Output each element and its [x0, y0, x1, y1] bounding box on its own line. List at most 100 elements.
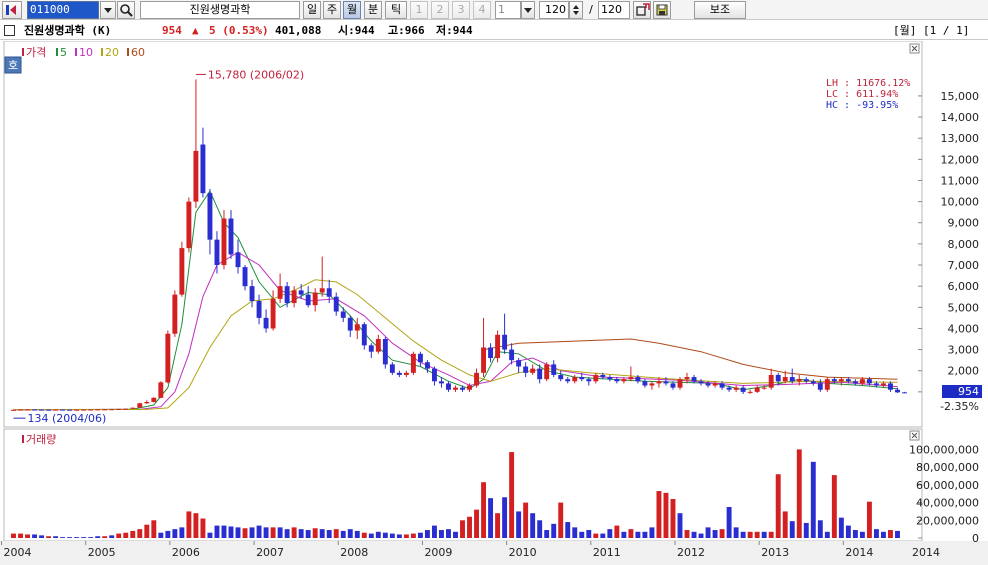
current-price-label: 954: [958, 385, 979, 398]
volume-bar: [291, 527, 297, 538]
x-tick-label: 2009: [424, 546, 452, 559]
candle-body: [712, 383, 718, 386]
candle-body: [803, 379, 809, 382]
volume-bar: [263, 527, 269, 538]
candle-body: [340, 311, 346, 318]
x-tick-label: 2014: [845, 546, 873, 559]
volume-bar: [200, 518, 206, 538]
candle-body: [137, 403, 143, 408]
candle-body: [572, 377, 578, 382]
num-button-4[interactable]: 4: [473, 1, 491, 19]
volume-bar: [726, 507, 732, 538]
volume-bar: [228, 526, 234, 538]
num-button-3[interactable]: 3: [452, 1, 470, 19]
stat-lc: LC : 611.94%: [826, 89, 898, 100]
interval-dropdown-icon[interactable]: [521, 1, 535, 19]
period-week-button[interactable]: 주: [323, 1, 341, 19]
candle-body: [754, 387, 760, 392]
price-y-axis: 1,0002,0003,0004,0005,0006,0007,0008,000…: [918, 90, 979, 399]
candle-body: [824, 379, 830, 390]
volume-bar: [810, 461, 816, 538]
legend-item: 10: [79, 46, 93, 59]
candle-body: [537, 368, 543, 380]
volume-bar: [817, 520, 823, 538]
volume-bar: [144, 524, 150, 538]
volume-bar: [558, 502, 564, 538]
volume-bar: [193, 513, 199, 538]
volume-bar: [361, 532, 367, 538]
save-icon[interactable]: [653, 1, 671, 19]
volume-legend: 거래량: [22, 433, 56, 446]
volume-panel-close-icon[interactable]: [909, 430, 920, 441]
stock-code-input[interactable]: 011000: [27, 1, 99, 19]
interval-input[interactable]: 1: [495, 1, 521, 19]
candle-body: [389, 364, 395, 373]
candle-body: [347, 317, 353, 331]
stock-info-bar: 진원생명과학 (K) 954 ▲ 5 (0.53%) 401,088 시:944…: [0, 21, 988, 40]
search-icon[interactable]: [117, 1, 135, 19]
max-price-annotation: 15,780 (2006/02): [195, 68, 304, 81]
volume-bar: [747, 531, 753, 538]
volume-bar: [691, 531, 697, 538]
candle-body: [726, 387, 732, 390]
period-month-button[interactable]: 월: [343, 1, 361, 19]
candle-body: [642, 381, 648, 386]
num-button-2[interactable]: 2: [431, 1, 449, 19]
candle-body: [474, 372, 479, 386]
price-tick-label: 5,000: [948, 301, 980, 314]
count-spinner-icon[interactable]: [569, 1, 583, 19]
hoga-button[interactable]: 호: [4, 56, 22, 74]
period-minute-button[interactable]: 분: [364, 1, 382, 19]
volume-bar: [403, 534, 409, 538]
candle-body: [810, 381, 816, 384]
candle-body: [838, 379, 844, 382]
volume-bar: [354, 530, 360, 538]
sidebar-toggle-icon[interactable]: [2, 1, 22, 19]
aux-button[interactable]: 보조: [694, 1, 746, 19]
candle-body: [579, 377, 585, 380]
candle-body: [677, 379, 683, 388]
num-button-1[interactable]: 1: [410, 1, 428, 19]
volume-bar: [509, 452, 515, 538]
volume-bar: [453, 531, 458, 538]
legend-item: 가격: [26, 46, 46, 59]
count-input[interactable]: 120: [539, 1, 569, 19]
candle-body: [831, 379, 837, 382]
stock-name-field: 진원생명과학: [140, 1, 300, 19]
code-dropdown-icon[interactable]: [100, 1, 116, 19]
max-price-note: 15,780 (2006/02): [208, 68, 304, 81]
volume-bar: [235, 527, 241, 538]
candle-body: [866, 379, 872, 384]
candle-body: [740, 387, 746, 392]
stock-chart-svg[interactable]: 호 가격5102060 거래량 1,0002,0003,0004,0005,00…: [0, 41, 988, 565]
stat-lh: LH : 11676.12%: [826, 78, 910, 89]
volume-tick-label: 80,000,000: [916, 461, 979, 474]
candle-body: [74, 409, 80, 411]
add-chart-icon[interactable]: [633, 1, 651, 19]
candle-body: [663, 381, 669, 384]
candle-body: [859, 379, 865, 384]
volume-bar: [530, 513, 536, 538]
top-toolbar: 011000 진원생명과학 일 주 월 분 틱 1 2 3 4 1 120 / …: [0, 0, 988, 20]
volume-bar: [467, 516, 472, 538]
period-tick-button[interactable]: 틱: [385, 1, 407, 19]
volume-tick-label: 0: [972, 532, 979, 545]
volume-bar: [221, 525, 227, 538]
candle-body: [284, 286, 290, 304]
current-price: 954: [162, 24, 182, 37]
volume-bar: [130, 530, 136, 538]
x-tick-label: 2014: [912, 546, 940, 559]
price-panel-close-icon[interactable]: [909, 43, 920, 54]
x-tick-label: 2008: [340, 546, 368, 559]
candle-body: [649, 383, 655, 386]
volume-bar: [368, 533, 374, 538]
volume-bar: [579, 531, 585, 538]
period-day-button[interactable]: 일: [303, 1, 321, 19]
candle-body: [291, 290, 297, 304]
volume-bar: [298, 529, 304, 538]
open-price: 시:944: [338, 24, 375, 37]
candle-body: [333, 296, 339, 312]
candle-body: [488, 347, 494, 359]
price-tick-label: 3,000: [948, 344, 980, 357]
chart-select-checkbox[interactable]: [4, 25, 15, 36]
